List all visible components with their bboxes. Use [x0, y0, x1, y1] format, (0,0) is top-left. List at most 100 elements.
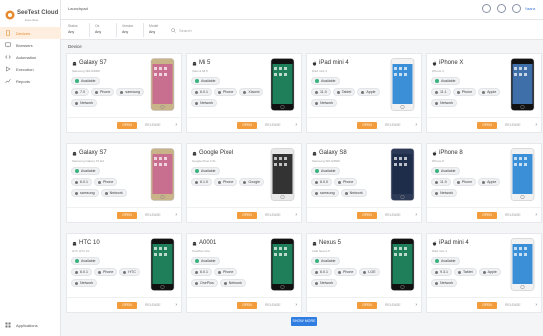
device-image: [270, 58, 295, 111]
tag-chip: Network: [340, 189, 367, 197]
device-tags: Available 11.1 Phone Apple Network: [431, 77, 507, 110]
tag-chip: Google: [239, 178, 264, 186]
open-button[interactable]: OPEN: [117, 122, 137, 129]
version-filter[interactable]: Version Any: [122, 24, 133, 36]
device-image: [510, 238, 535, 291]
logo[interactable]: SeeTest Cloud Experitest: [5, 8, 58, 24]
release-button[interactable]: RELEASE: [265, 303, 281, 307]
formfactor-icon: [218, 90, 221, 94]
tag-chip: 8.1.0: [191, 178, 212, 186]
device-name-text: iPad mini 4: [319, 60, 349, 66]
open-button[interactable]: OPEN: [237, 302, 257, 309]
network-icon: [435, 191, 438, 195]
chevron-right-icon[interactable]: ›: [535, 122, 537, 128]
device-tags: Available 6.0.1 Phone samsung Network: [71, 167, 147, 200]
device-card[interactable]: Nexus 5 LGE Nexus 5 Available 6.0.1 Phone LGE…: [306, 233, 423, 313]
release-button[interactable]: RELEASE: [505, 303, 521, 307]
device-card[interactable]: HTC 10 HTC HTC 10 Available 6.0.1 Phone HTC Ne…: [66, 233, 183, 313]
open-button[interactable]: OPEN: [117, 302, 137, 309]
open-button[interactable]: OPEN: [237, 122, 257, 129]
show-more-button[interactable]: SHOW MORE: [291, 317, 317, 326]
release-button[interactable]: RELEASE: [145, 303, 161, 307]
open-button[interactable]: OPEN: [477, 122, 497, 129]
tag-label: Network: [440, 191, 454, 195]
android-icon: [72, 61, 77, 65]
chevron-right-icon[interactable]: ›: [175, 212, 177, 218]
nav-item-reports[interactable]: Reports: [0, 75, 61, 87]
release-button[interactable]: RELEASE: [265, 123, 281, 127]
tag-chip: Network: [431, 189, 458, 197]
nav-item-applications[interactable]: Applications: [0, 319, 61, 331]
chevron-right-icon[interactable]: ›: [295, 212, 297, 218]
release-button[interactable]: RELEASE: [265, 213, 281, 217]
user-menu[interactable]: Yaara: [525, 6, 535, 11]
open-button[interactable]: OPEN: [117, 212, 137, 219]
tag-label: Phone: [343, 270, 354, 274]
device-card[interactable]: Galaxy S8 Samsung SM-G950F Available 8.0.0 P…: [306, 143, 423, 223]
release-button[interactable]: RELEASE: [145, 123, 161, 127]
nav-item-devices[interactable]: Devices: [0, 27, 61, 39]
chevron-right-icon[interactable]: ›: [295, 302, 297, 308]
available-dot: [435, 169, 439, 173]
chevron-right-icon[interactable]: ›: [535, 212, 537, 218]
chevron-right-icon[interactable]: ›: [415, 302, 417, 308]
card-footer: OPEN RELEASE ›: [427, 207, 543, 222]
release-button[interactable]: RELEASE: [385, 123, 401, 127]
version-icon: [195, 90, 198, 94]
status-filter[interactable]: Status Any: [68, 24, 78, 36]
device-card[interactable]: iPhone X iPhone X Available 11.1 Phone Apple N…: [426, 53, 543, 133]
help-icon[interactable]: [481, 4, 491, 13]
device-card[interactable]: iPad mini 4 iPad mini 4 Available 11.0 Table…: [306, 53, 423, 133]
open-button[interactable]: OPEN: [477, 212, 497, 219]
nav-item-browsers[interactable]: Browsers: [0, 39, 61, 51]
open-button[interactable]: OPEN: [357, 302, 377, 309]
model-filter[interactable]: Model Any: [149, 24, 158, 36]
available-dot: [435, 259, 439, 263]
chevron-right-icon[interactable]: ›: [535, 302, 537, 308]
open-button[interactable]: OPEN: [357, 122, 377, 129]
version-icon: [315, 180, 318, 184]
chart-icon: [5, 78, 11, 84]
search-input[interactable]: Search: [171, 28, 192, 33]
device-card[interactable]: iPhone 8 iPhone 8 Available 11.0 Phone Apple N…: [426, 143, 543, 223]
nav-label: Applications: [16, 322, 38, 328]
tag-chip: Network: [219, 279, 246, 287]
device-name: A0001: [192, 240, 216, 246]
release-button[interactable]: RELEASE: [385, 303, 401, 307]
avatar[interactable]: [511, 4, 521, 13]
chevron-right-icon[interactable]: ›: [295, 122, 297, 128]
version-icon: [315, 90, 318, 94]
chevron-right-icon[interactable]: ›: [175, 302, 177, 308]
tag-label: Phone: [223, 270, 234, 274]
device-tags: Available 6.0.1 Phone HTC Network: [71, 257, 147, 290]
release-button[interactable]: RELEASE: [505, 213, 521, 217]
device-name-text: HTC 10: [79, 240, 100, 246]
release-button[interactable]: RELEASE: [145, 213, 161, 217]
device-card[interactable]: iPad mini 4 iPad mini 4 Available 9.3.1 Tabl…: [426, 233, 543, 313]
chevron-right-icon[interactable]: ›: [415, 122, 417, 128]
release-button[interactable]: RELEASE: [385, 213, 401, 217]
sidebar: SeeTest Cloud Experitest Devices Browser…: [0, 0, 61, 336]
network-icon: [435, 281, 438, 285]
notifications-icon[interactable]: [496, 4, 506, 13]
nav-item-execution[interactable]: Execution: [0, 63, 61, 75]
device-card[interactable]: A0001 OnePlus One Available 6.0.1 Phone OnePl…: [186, 233, 303, 313]
available-dot: [75, 79, 79, 83]
open-button[interactable]: OPEN: [237, 212, 257, 219]
device-card[interactable]: Galaxy S7 Samsung Galaxy S7 Ed Available 6.…: [66, 143, 183, 223]
device-card[interactable]: Google Pixel Google Pixel 2 XL Available 8.…: [186, 143, 303, 223]
chevron-right-icon[interactable]: ›: [175, 122, 177, 128]
device-image: [510, 58, 535, 111]
tag-chip: Phone: [214, 268, 238, 276]
release-button[interactable]: RELEASE: [505, 123, 521, 127]
device-card[interactable]: Galaxy S7 Samsung SM-G930F Available 7.0 Pho…: [66, 53, 183, 133]
device-card[interactable]: Mi 5 Xiaomi MI 5 Available 6.0.1 Phone Xiaomi…: [186, 53, 303, 133]
nav-item-automation[interactable]: Automation: [0, 51, 61, 63]
chevron-right-icon[interactable]: ›: [415, 212, 417, 218]
open-button[interactable]: OPEN: [477, 302, 497, 309]
os-filter[interactable]: Os Any: [95, 24, 101, 36]
breadcrumb[interactable]: Launchpad: [68, 6, 88, 11]
open-button[interactable]: OPEN: [357, 212, 377, 219]
device-image: [390, 58, 415, 111]
status-label: Available: [81, 79, 96, 83]
